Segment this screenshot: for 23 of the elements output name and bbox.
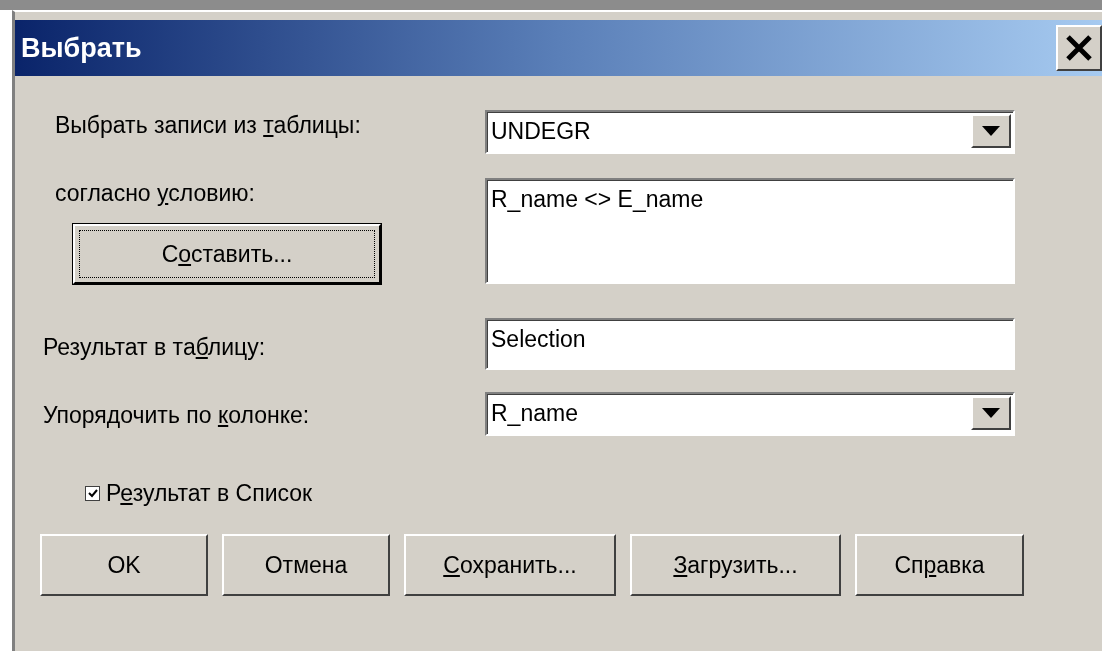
field-label: согласно условию:: [55, 179, 256, 208]
dialog-button[interactable]: Сохранить...: [404, 534, 616, 596]
table-dropdown[interactable]: UNDEGR: [485, 110, 1015, 154]
compose-button[interactable]: Составить...: [73, 224, 381, 284]
dialog-button[interactable]: Загрузить...: [630, 534, 841, 596]
checkbox-label: Результат в Список: [106, 479, 313, 508]
close-button[interactable]: [1056, 25, 1102, 71]
dropdown-arrow-icon: [982, 126, 1000, 136]
dropdown-arrow-icon: [982, 408, 1000, 418]
field-label: Упорядочить по колонке:: [43, 401, 311, 430]
order-dropdown[interactable]: R_name: [485, 392, 1015, 436]
dialog-button[interactable]: Справка: [855, 534, 1024, 596]
dialog-button[interactable]: Отмена: [222, 534, 390, 596]
condition-field[interactable]: R_name <> E_name: [485, 178, 1015, 284]
field-label: Выбрать записи из таблицы:: [55, 111, 362, 140]
dropdown-button[interactable]: [971, 114, 1011, 148]
field-label: Результат в таблицу:: [43, 333, 267, 362]
result-table-field[interactable]: Selection: [485, 318, 1015, 370]
dropdown-button[interactable]: [971, 396, 1011, 430]
dialog-button[interactable]: OK: [40, 534, 208, 596]
close-icon: [1065, 34, 1093, 62]
result-list-checkbox[interactable]: [85, 485, 100, 501]
window-title: Выбрать: [20, 32, 142, 64]
